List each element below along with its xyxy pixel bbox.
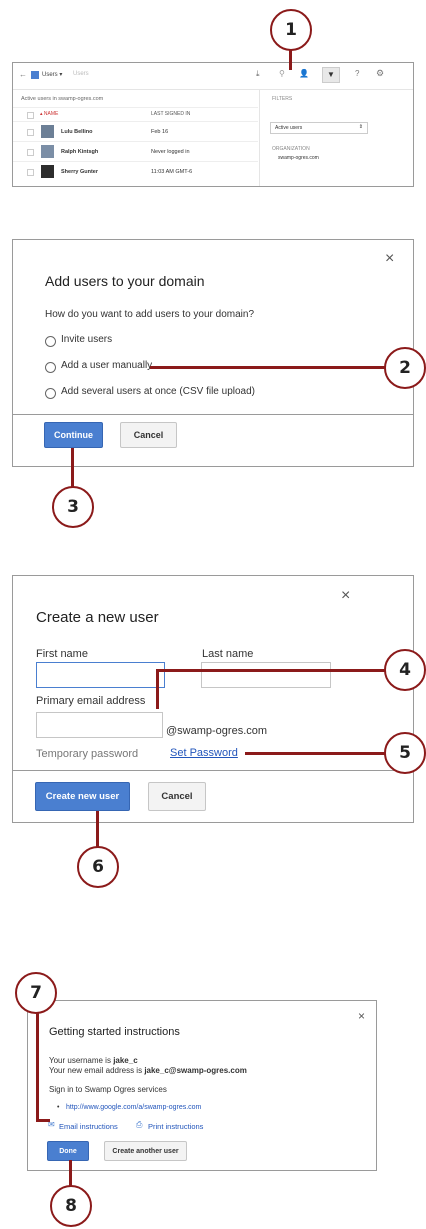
search-input[interactable]: Users [73, 71, 89, 77]
avatar [41, 165, 54, 178]
temporary-password-label: Temporary password [36, 748, 139, 760]
username-value: jake_c [113, 1056, 138, 1065]
close-icon[interactable]: × [385, 250, 394, 268]
user-last-signed-in: Never logged in [151, 149, 190, 155]
callout-6: 6 [77, 846, 119, 888]
add-user-icon[interactable]: 👤 [299, 69, 309, 78]
users-app-menu[interactable]: Users ▾ [42, 71, 62, 78]
row-checkbox[interactable] [27, 149, 34, 156]
download-icon[interactable]: ⤓ [256, 69, 260, 79]
list-header: Active users in swamp-ogres.com [21, 96, 104, 102]
callout-3: 3 [52, 486, 94, 528]
first-name-label: First name [36, 648, 88, 660]
user-last-signed-in: Feb 16 [151, 129, 169, 135]
column-header-row: ▴ NAME LAST SIGNED IN [13, 107, 258, 122]
callout-4-line-down [156, 669, 159, 709]
user-name: Ralph Kintsgh [61, 149, 99, 155]
settings-gear-icon[interactable]: ⚙ [376, 68, 384, 79]
email-line: Your new email address is jake_c@swamp-o… [49, 1066, 247, 1075]
email-value: jake_c@swamp-ogres.com [144, 1066, 247, 1075]
users-toolbar: ← Users ▾ Users ⤓ ⚲ 👤 ▼ ? ⚙ [13, 63, 413, 90]
users-panel: ← Users ▾ Users ⤓ ⚲ 👤 ▼ ? ⚙ Active users… [12, 62, 414, 187]
users-list: Active users in swamp-ogres.com ▴ NAME L… [13, 90, 258, 186]
add-users-dialog: × Add users to your domain How do you wa… [12, 239, 414, 415]
user-last-signed-in: 11:03 AM GMT-6 [151, 169, 193, 175]
option-invite-users[interactable]: Invite users [61, 334, 112, 345]
callout-1: 1 [270, 9, 312, 51]
callout-7-line [36, 1013, 39, 1122]
help-icon[interactable]: ? [355, 69, 359, 78]
table-row[interactable]: Sherry Gunter 11:03 AM GMT-6 [13, 161, 258, 182]
option-add-user-manually[interactable]: Add a user manually [61, 360, 152, 371]
filters-sidebar: FILTERS Active users ⇕ ORGANIZATION swam… [259, 90, 414, 186]
close-icon[interactable]: × [358, 1009, 365, 1023]
username-prefix: Your username is [49, 1056, 114, 1065]
callout-5-line [245, 752, 386, 755]
organization-value[interactable]: swamp-ogres.com [278, 155, 319, 161]
avatar [41, 125, 54, 138]
back-arrow-icon[interactable]: ← [19, 70, 27, 79]
dialog-question: How do you want to add users to your dom… [45, 309, 255, 320]
callout-2-line [150, 366, 391, 369]
callout-4: 4 [384, 649, 426, 691]
row-checkbox[interactable] [27, 129, 34, 136]
filter-select-value: Active users [275, 125, 303, 131]
signin-text: Sign in to Swamp Ogres services [49, 1085, 167, 1094]
users-app-icon [31, 71, 39, 79]
signin-url-link[interactable]: http://www.google.com/a/swamp-ogres.com [66, 1104, 201, 1111]
email-instructions-link[interactable]: Email instructions [59, 1122, 118, 1131]
radio-add-several-users[interactable] [45, 388, 56, 399]
callout-7: 7 [15, 972, 57, 1014]
create-another-user-button[interactable]: Create another user [104, 1141, 187, 1161]
callout-6-line [96, 811, 99, 851]
radio-invite-users[interactable] [45, 336, 56, 347]
table-row[interactable]: Lulu Bellino Feb 16 [13, 121, 258, 142]
option-add-several-users[interactable]: Add several users at once (CSV file uplo… [61, 386, 255, 397]
select-all-checkbox[interactable] [27, 112, 34, 119]
bullet-icon: • [57, 1104, 60, 1111]
table-row[interactable]: Ralph Kintsgh Never logged in [13, 141, 258, 162]
instructions-dialog: × Getting started instructions Your user… [27, 1000, 377, 1171]
filter-funnel-small-icon[interactable]: ⚲ [279, 69, 285, 78]
callout-8: 8 [50, 1185, 92, 1227]
avatar [41, 145, 54, 158]
select-arrows-icon: ⇕ [358, 124, 363, 130]
close-icon[interactable]: × [341, 587, 350, 605]
last-name-label: Last name [202, 648, 254, 660]
radio-add-user-manually[interactable] [45, 362, 56, 373]
filters-label: FILTERS [272, 96, 293, 102]
email-prefix: Your new email address is [49, 1066, 145, 1075]
organization-label: ORGANIZATION [272, 146, 310, 152]
email-field[interactable] [36, 712, 163, 738]
printer-icon: ⎙ [136, 1120, 143, 1129]
dialog-title: Getting started instructions [49, 1026, 180, 1038]
callout-2: 2 [384, 347, 426, 389]
user-name: Lulu Bellino [61, 129, 93, 135]
callout-3-line [71, 448, 74, 488]
create-user-dialog: × Create a new user First name Last name… [12, 575, 414, 771]
name-column-header[interactable]: ▴ NAME [40, 111, 58, 117]
filter-select[interactable]: Active users ⇕ [270, 122, 368, 134]
done-button[interactable]: Done [47, 1141, 89, 1161]
dialog-title: Create a new user [36, 609, 159, 626]
callout-7-line-horizontal [36, 1119, 50, 1122]
user-name: Sherry Gunter [61, 169, 98, 175]
email-label: Primary email address [36, 695, 146, 707]
first-name-field[interactable] [36, 662, 165, 688]
filter-button[interactable]: ▼ [322, 67, 340, 83]
print-instructions-link[interactable]: Print instructions [148, 1122, 203, 1131]
username-line: Your username is jake_c [49, 1056, 138, 1065]
dialog-title: Add users to your domain [45, 273, 205, 289]
row-checkbox[interactable] [27, 169, 34, 176]
last-signed-in-column-header[interactable]: LAST SIGNED IN [151, 111, 190, 117]
set-password-link[interactable]: Set Password [170, 747, 238, 759]
callout-5: 5 [384, 732, 426, 774]
callout-4-line [156, 669, 386, 672]
domain-suffix: @swamp-ogres.com [166, 725, 268, 737]
last-name-field[interactable] [201, 662, 331, 688]
create-user-dialog-bottom [12, 770, 414, 823]
